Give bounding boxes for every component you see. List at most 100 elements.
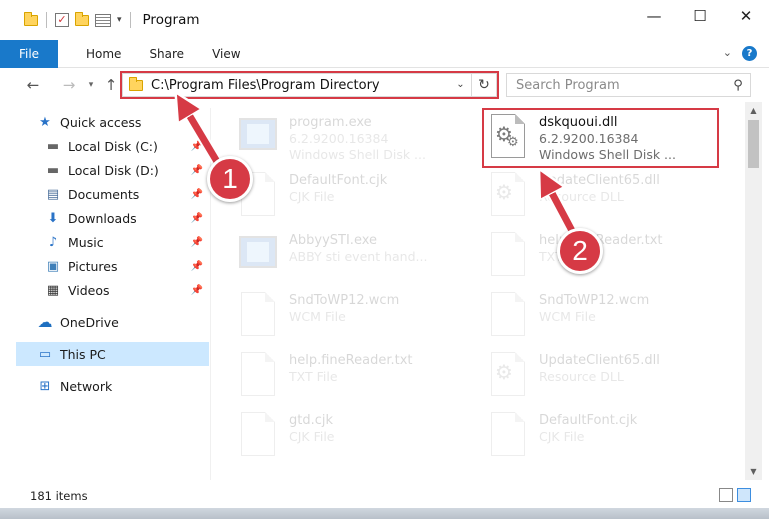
dll-gear-icon: ⚙ (485, 350, 529, 398)
scroll-down-arrow-icon[interactable]: ▼ (745, 463, 762, 480)
large-icons-view-icon[interactable] (737, 488, 751, 502)
file-highlight-box (482, 108, 719, 168)
sidebar-item-quick-access[interactable]: ★ Quick access (36, 110, 209, 134)
document-icon (235, 290, 279, 338)
sidebar-item-videos[interactable]: ▦ Videos 📌 (44, 278, 209, 302)
tab-home[interactable]: Home (72, 47, 135, 61)
recent-locations-chevron-down-icon[interactable]: ▾ (84, 80, 98, 90)
scroll-up-arrow-icon[interactable]: ▲ (745, 102, 762, 119)
pane-divider[interactable] (210, 108, 211, 480)
minimize-button[interactable]: — (631, 0, 677, 32)
sidebar-item-label: Downloads (68, 210, 137, 226)
address-highlight-box (120, 71, 499, 99)
file-tile[interactable]: ⚙ UpdateClient65.dll Resource DLL (485, 350, 725, 406)
up-arrow-icon[interactable]: ↑ (100, 76, 122, 94)
pin-icon[interactable]: 📌 (191, 165, 203, 176)
search-icon[interactable]: ⚲ (726, 78, 750, 93)
sidebar-item-label: Network (60, 378, 113, 394)
file-tile[interactable]: SndToWP12.wcm WCM File (235, 290, 475, 346)
music-note-icon: ♪ (48, 234, 58, 250)
pin-icon[interactable]: 📌 (191, 141, 203, 152)
document-icon (485, 290, 529, 338)
sidebar-item-label: OneDrive (60, 314, 119, 330)
star-icon: ★ (39, 114, 51, 130)
tab-file[interactable]: File (0, 39, 58, 68)
properties-check-icon[interactable]: ✓ (55, 13, 69, 27)
properties-icon[interactable] (95, 13, 111, 27)
file-tile[interactable]: DefaultFont.cjk CJK File (235, 170, 475, 226)
file-tile[interactable]: help.fineReader.txt TXT File (235, 350, 475, 406)
sidebar-item-label: Local Disk (C:) (68, 138, 158, 154)
file-name: DefaultFont.cjk (539, 413, 638, 428)
file-version: 6.2.9200.16384 (289, 131, 389, 146)
pin-icon[interactable]: 📌 (191, 285, 203, 296)
navigation-bar: ← → ▾ ↑ C:\Program Files\Program Directo… (0, 68, 769, 102)
file-name: AbbyySTI.exe (289, 233, 378, 248)
sidebar-item-network[interactable]: ⊞ Network (36, 374, 209, 398)
sidebar-item-label: Local Disk (D:) (68, 162, 159, 178)
network-icon: ⊞ (39, 378, 51, 394)
sidebar-item-local-disk-c[interactable]: ▬ Local Disk (C:) 📌 (44, 134, 209, 158)
close-button[interactable]: ✕ (723, 0, 769, 32)
search-input[interactable]: Search Program (516, 78, 726, 93)
details-view-icon[interactable] (719, 488, 733, 502)
file-name: UpdateClient65.dll (539, 353, 660, 368)
vertical-scrollbar[interactable]: ▲ ▼ (745, 102, 762, 480)
pin-icon[interactable]: 📌 (191, 237, 203, 248)
item-count: 181 items (30, 489, 88, 503)
ribbon-right-controls: ⌄ ? (723, 46, 757, 61)
application-icon (235, 230, 279, 278)
ribbon-tabs: File Home Share View ⌄ ? (0, 39, 769, 68)
back-arrow-icon[interactable]: ← (22, 76, 44, 94)
help-icon[interactable]: ? (742, 46, 757, 61)
pin-icon[interactable]: 📌 (191, 213, 203, 224)
document-icon (235, 350, 279, 398)
sidebar-item-local-disk-d[interactable]: ▬ Local Disk (D:) 📌 (44, 158, 209, 182)
sidebar-item-label: Videos (68, 282, 110, 298)
file-tile[interactable]: ⚙ UpdateClient65.dll Resource DLL (485, 170, 725, 226)
sidebar-item-label: This PC (60, 346, 106, 362)
document-icon (485, 410, 529, 458)
search-box[interactable]: Search Program ⚲ (506, 73, 751, 97)
file-name: DefaultFont.cjk (289, 173, 388, 188)
sidebar-item-downloads[interactable]: ⬇ Downloads 📌 (44, 206, 209, 230)
annotation-badge-2: 2 (557, 228, 603, 274)
folder-icon[interactable] (24, 11, 38, 26)
application-icon (235, 112, 279, 160)
annotation-badge-1: 1 (207, 156, 253, 202)
qat-separator (46, 12, 47, 28)
sidebar-item-label: Pictures (68, 258, 118, 274)
forward-arrow-icon[interactable]: → (58, 76, 80, 94)
maximize-button[interactable]: ☐ (677, 0, 723, 32)
file-type: Resource DLL (539, 189, 624, 204)
drive-icon: ▬ (46, 138, 60, 154)
sidebar-item-documents[interactable]: ▤ Documents 📌 (44, 182, 209, 206)
file-type: CJK File (539, 429, 585, 444)
window-title: Program (142, 12, 200, 28)
file-name: gtd.cjk (289, 413, 334, 428)
pin-icon[interactable]: 📌 (191, 261, 203, 272)
sidebar-item-this-pc[interactable]: ▭ This PC (16, 342, 209, 366)
pin-icon[interactable]: 📌 (191, 189, 203, 200)
sidebar-item-pictures[interactable]: ▣ Pictures 📌 (44, 254, 209, 278)
navigation-pane: ★ Quick access ▬ Local Disk (C:) 📌 ▬ Loc… (0, 108, 210, 480)
sidebar-item-music[interactable]: ♪ Music 📌 (44, 230, 209, 254)
file-tile[interactable]: AbbyySTI.exe ABBY sti event hand... (235, 230, 475, 286)
quick-access-toolbar: ✓ ▾ (0, 11, 133, 28)
customize-qat-chevron-down-icon[interactable]: ▾ (117, 15, 122, 25)
cloud-icon: ☁ (37, 313, 53, 331)
tab-view[interactable]: View (198, 47, 254, 61)
file-tile[interactable]: program.exe 6.2.9200.16384 Windows Shell… (235, 112, 475, 168)
file-tile[interactable]: SndToWP12.wcm WCM File (485, 290, 725, 346)
computer-icon: ▭ (38, 346, 52, 362)
sidebar-item-onedrive[interactable]: ☁ OneDrive (36, 310, 209, 334)
file-tile[interactable]: gtd.cjk CJK File (235, 410, 475, 466)
file-tile[interactable]: DefaultFont.cjk CJK File (485, 410, 725, 466)
expand-ribbon-chevron-down-icon[interactable]: ⌄ (723, 46, 732, 61)
new-folder-icon[interactable] (75, 11, 89, 26)
dll-gear-icon: ⚙ (485, 170, 529, 218)
tab-share[interactable]: Share (135, 47, 198, 61)
file-tile[interactable]: help.fineReader.txt TXT File (485, 230, 725, 286)
window-controls: — ☐ ✕ (631, 0, 769, 32)
scroll-thumb[interactable] (748, 120, 759, 168)
